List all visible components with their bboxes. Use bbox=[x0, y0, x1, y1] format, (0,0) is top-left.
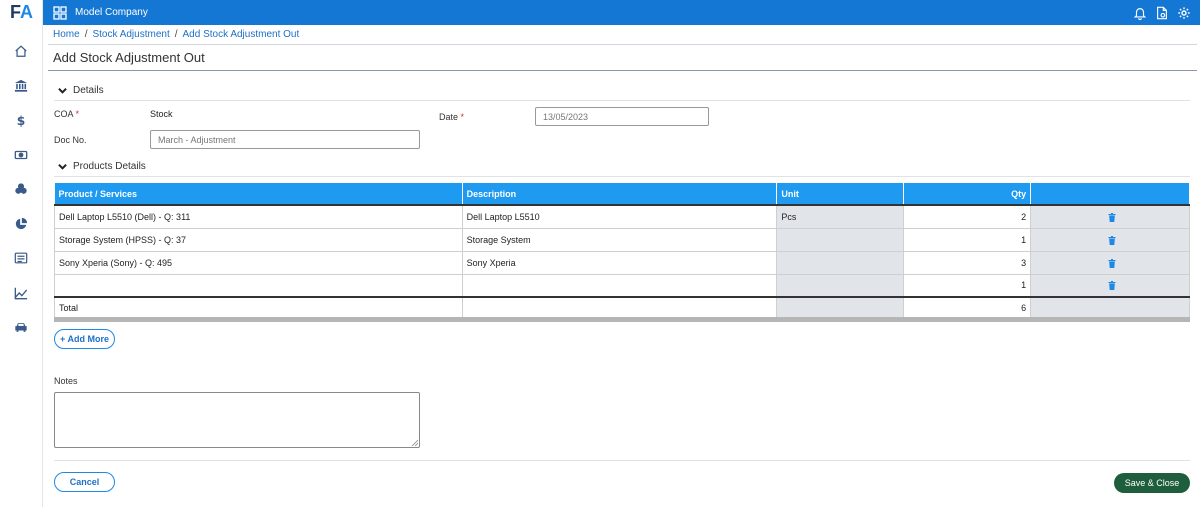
delete-row-button[interactable] bbox=[1030, 273, 1190, 298]
coa-value: Stock bbox=[150, 109, 173, 119]
home-icon[interactable] bbox=[9, 39, 33, 63]
coins-icon[interactable] bbox=[9, 177, 33, 201]
total-row: Total 6 bbox=[54, 296, 1190, 319]
products-divider bbox=[54, 176, 1190, 177]
topbar: Model Company bbox=[43, 0, 1200, 25]
breadcrumb-current[interactable]: Add Stock Adjustment Out bbox=[183, 29, 300, 40]
table-row: 1 bbox=[54, 273, 1190, 298]
page-title: Add Stock Adjustment Out bbox=[53, 50, 205, 65]
qty-cell[interactable]: 1 bbox=[903, 227, 1032, 252]
product-cell[interactable]: Storage System (HPSS) - Q: 37 bbox=[54, 227, 463, 252]
bell-icon[interactable] bbox=[1133, 6, 1147, 20]
description-cell[interactable]: Sony Xperia bbox=[461, 250, 778, 275]
column-header-qty: Qty bbox=[903, 183, 1032, 205]
products-header: Products Details bbox=[73, 161, 146, 172]
logo[interactable]: FA bbox=[0, 0, 42, 25]
app: FA $ Model Company Home / Stock Adjustme… bbox=[0, 0, 1200, 507]
cash-icon[interactable] bbox=[9, 143, 33, 167]
title-bar: Add Stock Adjustment Out bbox=[48, 44, 1197, 71]
description-cell[interactable]: Storage System bbox=[461, 227, 778, 252]
trash-icon bbox=[1108, 281, 1116, 291]
cancel-button[interactable]: Cancel bbox=[54, 472, 115, 492]
apps-grid-icon[interactable] bbox=[53, 5, 67, 20]
unit-cell: Pcs bbox=[776, 204, 905, 229]
total-qty: 6 bbox=[903, 296, 1032, 319]
breadcrumb-stock-adjustment[interactable]: Stock Adjustment bbox=[92, 29, 169, 40]
breadcrumb-separator: / bbox=[84, 29, 88, 40]
table-row: Dell Laptop L5510 (Dell) - Q: 311 Dell L… bbox=[54, 204, 1190, 229]
notes-textarea[interactable] bbox=[54, 392, 420, 448]
products-table: Product / Services Description Unit Qty … bbox=[54, 183, 1190, 319]
chevron-down-icon bbox=[58, 87, 67, 94]
column-header-product: Product / Services bbox=[54, 183, 463, 205]
product-cell[interactable] bbox=[54, 273, 463, 298]
column-header-actions bbox=[1030, 183, 1190, 205]
table-row: Storage System (HPSS) - Q: 37 Storage Sy… bbox=[54, 227, 1190, 252]
sidebar: FA $ bbox=[0, 0, 43, 507]
table-header-row: Product / Services Description Unit Qty bbox=[54, 183, 1190, 205]
add-more-button[interactable]: + Add More bbox=[54, 329, 115, 349]
date-field[interactable]: 13/05/2023 bbox=[535, 107, 709, 126]
total-actions-cell bbox=[1030, 296, 1190, 319]
logo-f: F bbox=[10, 2, 21, 22]
gear-icon[interactable] bbox=[1177, 6, 1191, 20]
table-row: Sony Xperia (Sony) - Q: 495 Sony Xperia … bbox=[54, 250, 1190, 275]
logo-a: A bbox=[20, 2, 33, 22]
product-cell[interactable]: Sony Xperia (Sony) - Q: 495 bbox=[54, 250, 463, 275]
qty-cell[interactable]: 3 bbox=[903, 250, 1032, 275]
breadcrumb: Home / Stock Adjustment / Add Stock Adju… bbox=[53, 29, 299, 40]
description-cell[interactable] bbox=[461, 273, 778, 298]
description-cell[interactable]: Dell Laptop L5510 bbox=[461, 204, 778, 229]
date-label: Date * bbox=[439, 112, 465, 122]
details-section-toggle[interactable]: Details bbox=[58, 85, 104, 96]
trash-icon bbox=[1108, 258, 1116, 268]
dollar-icon[interactable]: $ bbox=[9, 108, 33, 132]
pie-chart-icon[interactable] bbox=[9, 212, 33, 236]
doc-no-field[interactable]: March - Adjustment bbox=[150, 130, 420, 149]
save-close-button[interactable]: Save & Close bbox=[1114, 473, 1190, 493]
total-unit-cell bbox=[776, 296, 905, 319]
coa-label: COA * bbox=[54, 109, 80, 119]
footer-divider bbox=[54, 460, 1190, 461]
total-description-cell bbox=[461, 296, 778, 319]
qty-cell[interactable]: 1 bbox=[903, 273, 1032, 298]
column-header-description: Description bbox=[462, 183, 778, 205]
car-icon[interactable] bbox=[9, 315, 33, 339]
qty-cell[interactable]: 2 bbox=[903, 204, 1032, 229]
column-header-unit: Unit bbox=[776, 183, 905, 205]
doc-no-label: Doc No. bbox=[54, 135, 87, 145]
company-name[interactable]: Model Company bbox=[75, 7, 148, 18]
unit-cell bbox=[776, 273, 905, 298]
bank-icon[interactable] bbox=[9, 74, 33, 98]
document-settings-icon[interactable] bbox=[1155, 6, 1169, 20]
notes-label: Notes bbox=[54, 376, 78, 386]
resize-handle-icon[interactable] bbox=[411, 439, 418, 446]
list-icon[interactable] bbox=[9, 246, 33, 270]
delete-row-button[interactable] bbox=[1030, 227, 1190, 252]
delete-row-button[interactable] bbox=[1030, 250, 1190, 275]
trash-icon bbox=[1108, 235, 1116, 245]
breadcrumb-home[interactable]: Home bbox=[53, 29, 80, 40]
products-section-toggle[interactable]: Products Details bbox=[58, 161, 146, 172]
delete-row-button[interactable] bbox=[1030, 204, 1190, 229]
product-cell[interactable]: Dell Laptop L5510 (Dell) - Q: 311 bbox=[54, 204, 463, 229]
svg-text:$: $ bbox=[17, 114, 26, 127]
total-label: Total bbox=[54, 296, 463, 319]
unit-cell bbox=[776, 250, 905, 275]
breadcrumb-separator: / bbox=[174, 29, 178, 40]
details-header: Details bbox=[73, 85, 104, 96]
trend-icon[interactable] bbox=[9, 281, 33, 305]
unit-cell bbox=[776, 227, 905, 252]
chevron-down-icon bbox=[58, 163, 67, 170]
trash-icon bbox=[1108, 212, 1116, 222]
details-divider bbox=[54, 100, 1190, 101]
table-scrollbar[interactable] bbox=[54, 317, 1190, 322]
